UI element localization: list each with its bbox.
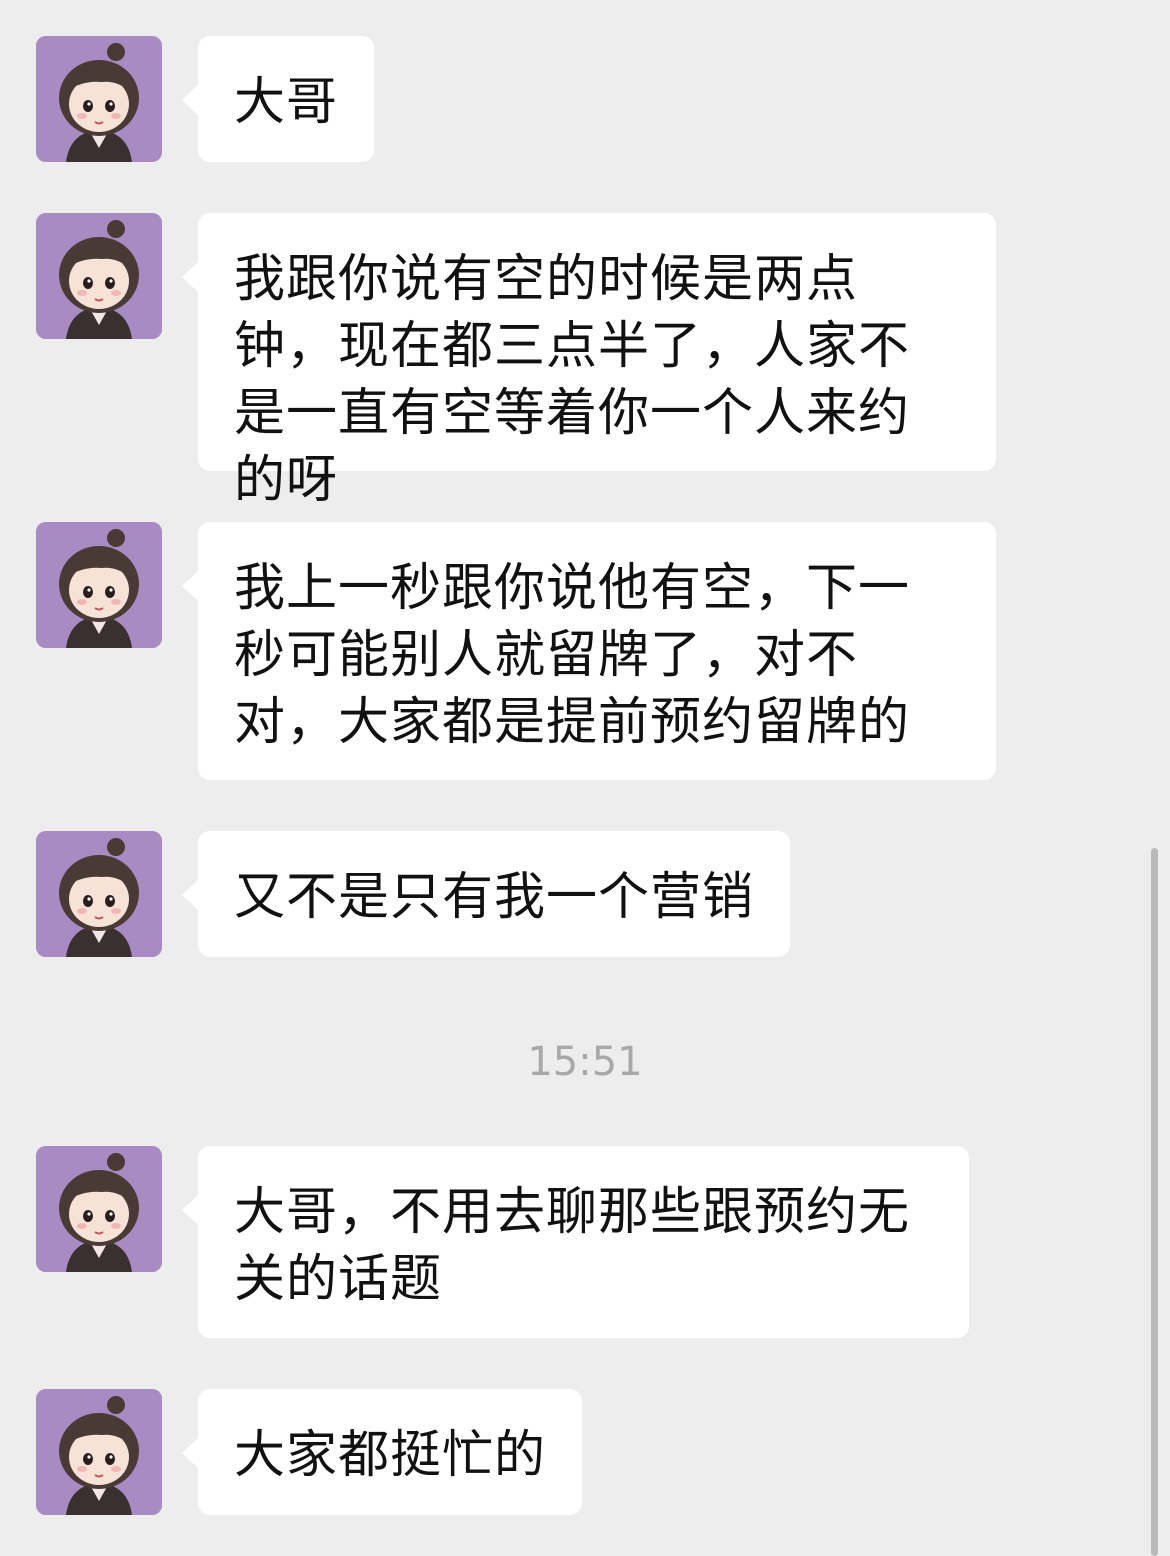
contact-avatar[interactable] — [36, 1389, 162, 1515]
girl-avatar-icon — [36, 213, 162, 339]
message-bubble[interactable]: 大哥 — [181, 36, 375, 162]
girl-avatar-icon — [36, 831, 162, 957]
girl-avatar-icon — [36, 522, 162, 648]
timestamp: 15:51 — [527, 1039, 643, 1085]
contact-avatar[interactable] — [36, 831, 162, 957]
message-bubble[interactable]: 大哥，不用去聊那些跟预约无关的话题 — [182, 1146, 969, 1338]
contact-avatar[interactable] — [36, 213, 162, 339]
contact-avatar[interactable] — [36, 36, 162, 162]
girl-avatar-icon — [36, 1146, 162, 1272]
scrollbar[interactable] — [1151, 848, 1158, 1556]
message-bubble[interactable]: 又不是只有我一个营销 — [181, 831, 791, 957]
girl-avatar-icon — [36, 36, 162, 162]
message-bubble[interactable]: 我上一秒跟你说他有空，下一秒可能别人就留牌了，对不对，大家都是提前预约留牌的 — [182, 522, 996, 780]
contact-avatar[interactable] — [36, 522, 162, 648]
girl-avatar-icon — [36, 1389, 162, 1515]
contact-avatar[interactable] — [36, 1146, 162, 1272]
message-bubble[interactable]: 我跟你说有空的时候是两点钟，现在都三点半了，人家不是一直有空等着你一个人来约的呀 — [182, 213, 996, 510]
message-bubble[interactable]: 大家都挺忙的 — [181, 1389, 583, 1515]
